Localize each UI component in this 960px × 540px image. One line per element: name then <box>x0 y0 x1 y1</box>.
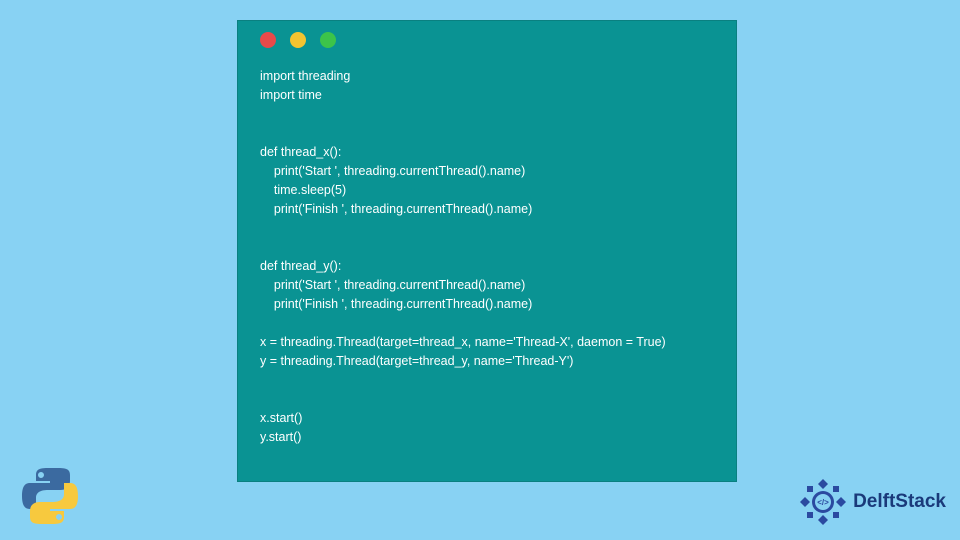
svg-text:</>: </> <box>817 498 829 507</box>
minimize-icon[interactable] <box>290 32 306 48</box>
close-icon[interactable] <box>260 32 276 48</box>
brand-name: DelftStack <box>853 491 946 513</box>
delftstack-logo-icon: </> <box>799 478 847 526</box>
code-body: import threading import time def thread_… <box>238 59 736 447</box>
window-titlebar <box>238 21 736 59</box>
python-logo-icon <box>18 464 82 528</box>
code-window: import threading import time def thread_… <box>237 20 737 482</box>
maximize-icon[interactable] <box>320 32 336 48</box>
brand: </> DelftStack <box>799 478 946 526</box>
